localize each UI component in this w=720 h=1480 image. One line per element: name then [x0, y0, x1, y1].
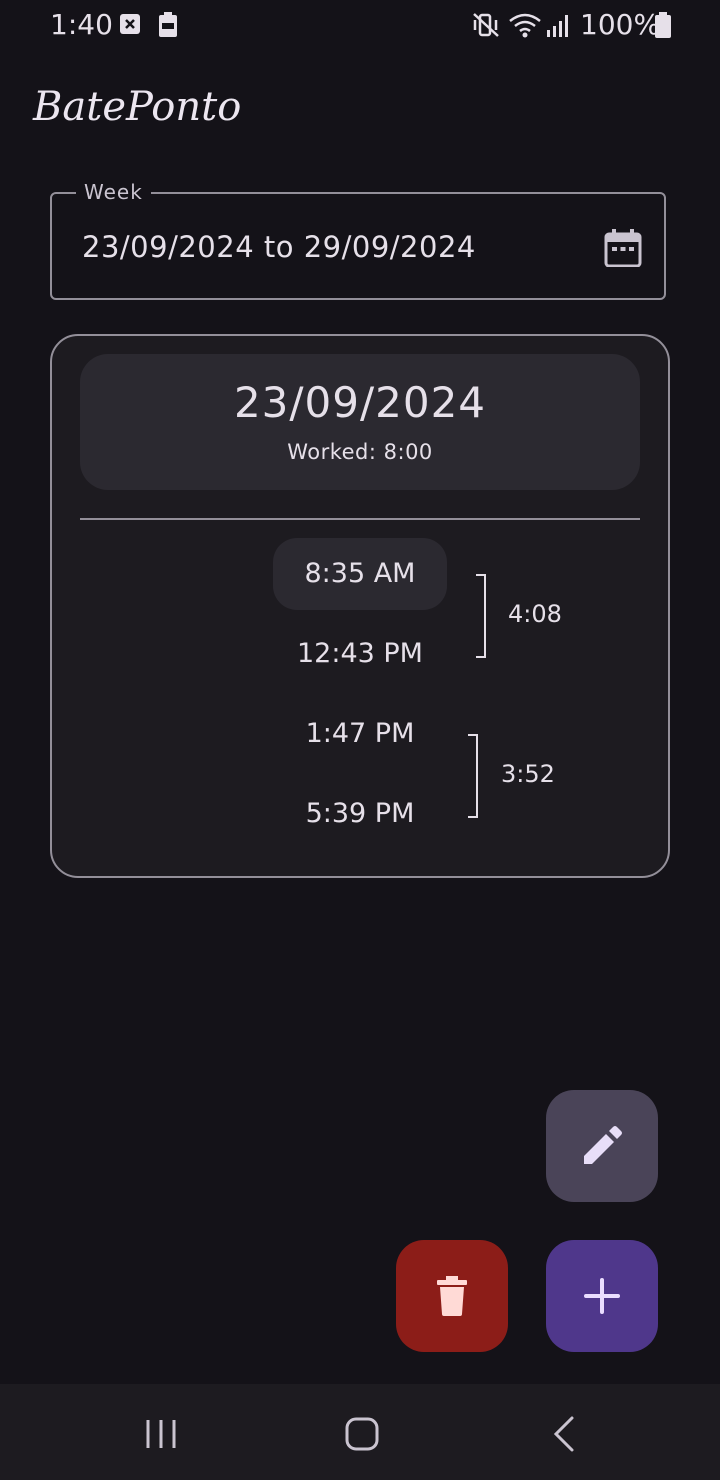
mute-vibrate-icon	[472, 12, 500, 42]
plus-icon	[584, 1278, 620, 1314]
interval-duration: 3:52	[501, 760, 555, 788]
battery-saver-icon	[158, 12, 178, 42]
wifi-icon	[508, 12, 542, 42]
trash-icon	[437, 1276, 467, 1316]
add-button[interactable]	[546, 1240, 658, 1352]
battery-icon	[654, 12, 672, 42]
battery-percent: 100%	[580, 8, 661, 41]
week-field[interactable]: Week 23/09/2024 to 29/09/2024	[50, 180, 666, 300]
calendar-icon[interactable]	[604, 229, 642, 268]
signal-icon	[546, 12, 572, 42]
pencil-icon	[584, 1126, 622, 1164]
home-button[interactable]	[332, 1412, 392, 1456]
time-entry-in[interactable]: 8:35 AM	[273, 558, 447, 589]
week-value[interactable]: 23/09/2024 to 29/09/2024	[82, 230, 476, 264]
delete-button[interactable]	[396, 1240, 508, 1352]
day-worked-total: Worked: 8:00	[287, 440, 433, 464]
status-time: 1:40	[50, 8, 113, 41]
close-box-icon	[119, 12, 141, 40]
recent-apps-button[interactable]	[132, 1412, 192, 1456]
time-entry-out[interactable]: 12:43 PM	[273, 638, 447, 669]
system-nav-bar	[0, 1384, 720, 1480]
home-icon	[345, 1417, 379, 1451]
week-label: Week	[76, 180, 151, 204]
back-button[interactable]	[534, 1412, 594, 1456]
day-header[interactable]: 23/09/2024 Worked: 8:00	[80, 354, 640, 490]
time-entry-in[interactable]: 1:47 PM	[273, 718, 447, 749]
interval-duration: 4:08	[508, 600, 562, 628]
time-entry-out[interactable]: 5:39 PM	[273, 798, 447, 829]
day-card: 23/09/2024 Worked: 8:00 8:35 AM 12:43 PM…	[50, 334, 670, 878]
edit-button[interactable]	[546, 1090, 658, 1202]
back-icon	[553, 1416, 574, 1452]
app-title: BatePonto	[33, 84, 242, 130]
interval-bracket	[476, 574, 486, 658]
recents-icon	[146, 1420, 176, 1448]
interval-bracket	[468, 734, 478, 818]
divider	[80, 518, 640, 520]
day-date: 23/09/2024	[233, 378, 487, 427]
status-bar: 1:40 100%	[0, 0, 720, 50]
